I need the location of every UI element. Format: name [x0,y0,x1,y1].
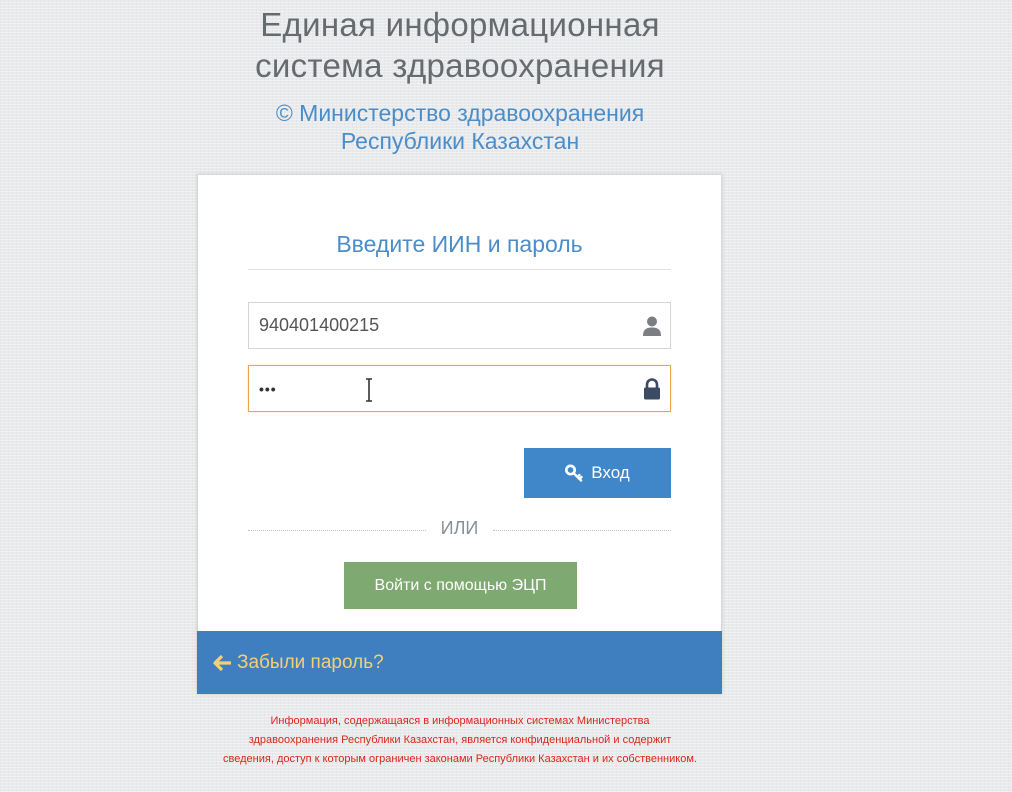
arrow-left-icon [213,654,231,671]
forgot-password-bar: Забыли пароль? [197,631,722,694]
heading-divider [248,269,671,270]
iin-field[interactable] [248,302,671,349]
ministry-name: © Министерство здравоохранения Республик… [0,99,920,155]
text-cursor-icon [366,378,372,402]
or-line-right [493,530,671,531]
password-input[interactable] [249,366,619,411]
disclaimer-line2: здравоохранения Республики Казахстан, яв… [248,734,672,746]
iin-input[interactable] [249,303,619,348]
page-header: Единая информационная система здравоохра… [0,0,920,155]
login-heading: Введите ИИН и пароль [336,231,583,257]
system-title: Единая информационная система здравоохра… [0,0,920,86]
key-icon [565,464,583,482]
password-field[interactable] [248,365,671,412]
system-title-line2: система здравоохранения [255,47,665,84]
or-separator: ИЛИ [248,518,671,542]
login-button-label: Вход [591,463,630,482]
or-text: ИЛИ [440,518,479,538]
login-panel: Введите ИИН и пароль Вход ИЛИ Войти с по… [197,174,722,694]
confidentiality-notice: Информация, содержащаяся в информационны… [190,712,730,769]
lock-icon [644,378,660,400]
forgot-password-label: Забыли пароль? [237,651,384,673]
ministry-line2: Республики Казахстан [340,128,580,154]
disclaimer-line3: сведения, доступ к которым ограничен зак… [223,753,697,765]
ministry-line1: © Министерство здравоохранения [275,100,645,126]
disclaimer-line1: Информация, содержащаяся в информационны… [270,715,650,727]
user-icon [643,316,661,336]
login-button[interactable]: Вход [524,448,671,498]
eds-login-button[interactable]: Войти с помощью ЭЦП [344,562,577,609]
system-title-line1: Единая информационная [260,6,660,43]
forgot-password-link[interactable]: Забыли пароль? [213,652,384,674]
